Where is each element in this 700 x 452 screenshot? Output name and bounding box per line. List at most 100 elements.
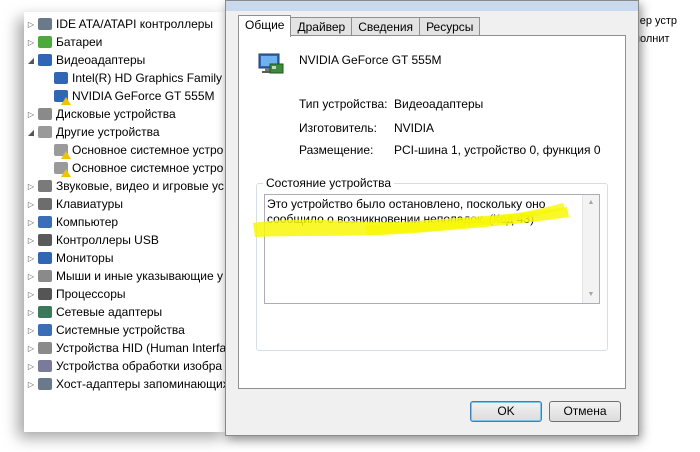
network-adapter-icon [38, 306, 52, 318]
display-adapter-warning-icon [54, 90, 71, 105]
sound-icon [38, 180, 52, 192]
tree-item-label: Системные устройства [56, 323, 185, 337]
tree-item-label: Intel(R) HD Graphics Family [72, 71, 223, 85]
tree-item[interactable]: ▷ Устройства HID (Human Interfa [26, 339, 226, 357]
device-type-label: Тип устройства: [299, 97, 388, 111]
system-device-icon [38, 324, 52, 336]
tree-item[interactable]: Основное системное устро [42, 159, 223, 177]
mouse-icon [38, 270, 52, 282]
manufacturer-value: NVIDIA [394, 121, 435, 135]
general-tab-panel: NVIDIA GeForce GT 555M Тип устройства: В… [238, 35, 626, 389]
tree-item-label: Основное системное устро [72, 143, 224, 157]
location-label: Размещение: [299, 143, 374, 157]
expand-arrow-icon[interactable]: ▷ [26, 362, 36, 371]
tree-item[interactable]: ▷ Дисковые устройства [26, 105, 176, 123]
warning-icon [61, 151, 71, 159]
computer-icon [38, 216, 52, 228]
tree-item-label: Видеоадаптеры [56, 53, 146, 67]
tree-item-label: Устройства HID (Human Interfa [56, 341, 227, 355]
usb-icon [38, 234, 52, 246]
tab-general[interactable]: Общие [238, 15, 292, 37]
expand-arrow-icon[interactable]: ▷ [26, 272, 36, 281]
ok-button[interactable]: OK [470, 401, 542, 422]
tree-item-label: Батареи [56, 35, 103, 49]
tree-item-label: Звуковые, видео и игровые ус [56, 179, 224, 193]
tree-item[interactable]: ▷ Процессоры [26, 285, 126, 303]
tree-item-label: Хост-адаптеры запоминающих [56, 377, 229, 391]
device-status-textbox[interactable]: Это устройство было остановлено, посколь… [264, 194, 600, 304]
processor-icon [38, 288, 52, 300]
expand-arrow-icon[interactable]: ▷ [26, 236, 36, 245]
tree-item[interactable]: ◢ Видеоадаптеры [26, 51, 145, 69]
dialog-tabs: Общие Драйвер Сведения Ресурсы [238, 15, 481, 37]
tree-item[interactable]: ▷ Клавиатуры [26, 195, 123, 213]
tree-item[interactable]: ▷ Сетевые адаптеры [26, 303, 162, 321]
expand-arrow-icon[interactable]: ▷ [26, 20, 36, 29]
dialog-frame-top [226, 1, 638, 11]
expand-arrow-icon[interactable]: ▷ [26, 308, 36, 317]
tree-item-label: Клавиатуры [56, 197, 123, 211]
tree-item[interactable]: Intel(R) HD Graphics Family [42, 69, 222, 87]
tree-item[interactable]: ▷ Хост-адаптеры запоминающих [26, 375, 229, 393]
scroll-down-icon[interactable]: ▼ [583, 287, 599, 303]
device-tree[interactable]: ▷ IDE ATA/ATAPI контроллеры ▷ Батареи ◢ Видео… [24, 12, 229, 432]
scroll-up-icon[interactable]: ▲ [583, 195, 599, 211]
tree-item-label: Дисковые устройства [56, 107, 176, 121]
expand-arrow-icon[interactable]: ▷ [26, 182, 36, 191]
tree-item-label: Мыши и иные указывающие у [56, 269, 223, 283]
tree-item-label: IDE ATA/ATAPI контроллеры [56, 17, 214, 31]
display-adapter-icon [38, 54, 52, 66]
tree-item-label: Процессоры [56, 287, 126, 301]
warning-icon [61, 97, 71, 105]
status-scrollbar[interactable]: ▲ ▼ [582, 195, 599, 303]
tree-item[interactable]: ▷ IDE ATA/ATAPI контроллеры [26, 15, 213, 33]
tree-item[interactable]: ▷ Системные устройства [26, 321, 185, 339]
expand-arrow-icon[interactable]: ▷ [26, 254, 36, 263]
tab-driver[interactable]: Драйвер [290, 17, 353, 36]
tab-resources[interactable]: Ресурсы [419, 17, 481, 36]
expand-arrow-icon[interactable]: ▷ [26, 200, 36, 209]
expand-arrow-icon[interactable]: ▷ [26, 38, 36, 47]
tree-item[interactable]: ▷ Звуковые, видео и игровые ус [26, 177, 224, 195]
expand-arrow-icon[interactable]: ▷ [26, 380, 36, 389]
tree-item[interactable]: NVIDIA GeForce GT 555M [42, 87, 215, 105]
unknown-device-warning-icon [54, 162, 71, 177]
tree-item-label: Компьютер [56, 215, 119, 229]
device-type-value: Видеоадаптеры [394, 97, 484, 111]
tree-item[interactable]: ▷ Компьютер [26, 213, 118, 231]
device-name: NVIDIA GeForce GT 555M [299, 53, 442, 67]
collapse-arrow-icon[interactable]: ◢ [26, 128, 36, 137]
expand-arrow-icon[interactable]: ▷ [26, 326, 36, 335]
tree-item-label: Мониторы [56, 251, 114, 265]
device-status-text: Это устройство было остановлено, посколь… [267, 197, 546, 226]
unknown-device-warning-icon [54, 144, 71, 159]
expand-arrow-icon[interactable]: ▷ [26, 218, 36, 227]
tab-details[interactable]: Сведения [351, 17, 421, 36]
storage-controller-icon [38, 378, 52, 390]
background-window-fragment: чер устр полнит [632, 12, 700, 50]
expand-arrow-icon[interactable]: ▷ [26, 110, 36, 119]
collapse-arrow-icon[interactable]: ◢ [26, 56, 36, 65]
tree-item[interactable]: ▷ Мыши и иные указывающие у [26, 267, 223, 285]
expand-arrow-icon[interactable]: ▷ [26, 290, 36, 299]
hid-icon [38, 342, 52, 354]
monitor-icon [38, 252, 52, 264]
tree-item-label: NVIDIA GeForce GT 555M [72, 89, 215, 103]
disk-drive-icon [38, 108, 52, 120]
cancel-button[interactable]: Отмена [549, 401, 621, 422]
tree-item[interactable]: ▷ Батареи [26, 33, 102, 51]
fragment-line-1: чер устр [634, 15, 678, 27]
device-status-group: Состояние устройства Это устройство было… [256, 176, 608, 351]
manufacturer-label: Изготовитель: [299, 121, 377, 135]
tree-item[interactable]: Основное системное устро [42, 141, 223, 159]
tree-item-label: Сетевые адаптеры [56, 305, 163, 319]
expand-arrow-icon[interactable]: ▷ [26, 344, 36, 353]
tree-item[interactable]: ◢ Другие устройства [26, 123, 160, 141]
tree-item[interactable]: ▷ Контроллеры USB [26, 231, 159, 249]
tree-item[interactable]: ▷ Мониторы [26, 249, 114, 267]
fragment-line-2: полнит [634, 33, 670, 45]
tree-item-label: Контроллеры USB [56, 233, 159, 247]
keyboard-icon [38, 198, 52, 210]
tree-item[interactable]: ▷ Устройства обработки изобра [26, 357, 222, 375]
tree-item-label: Другие устройства [56, 125, 160, 139]
